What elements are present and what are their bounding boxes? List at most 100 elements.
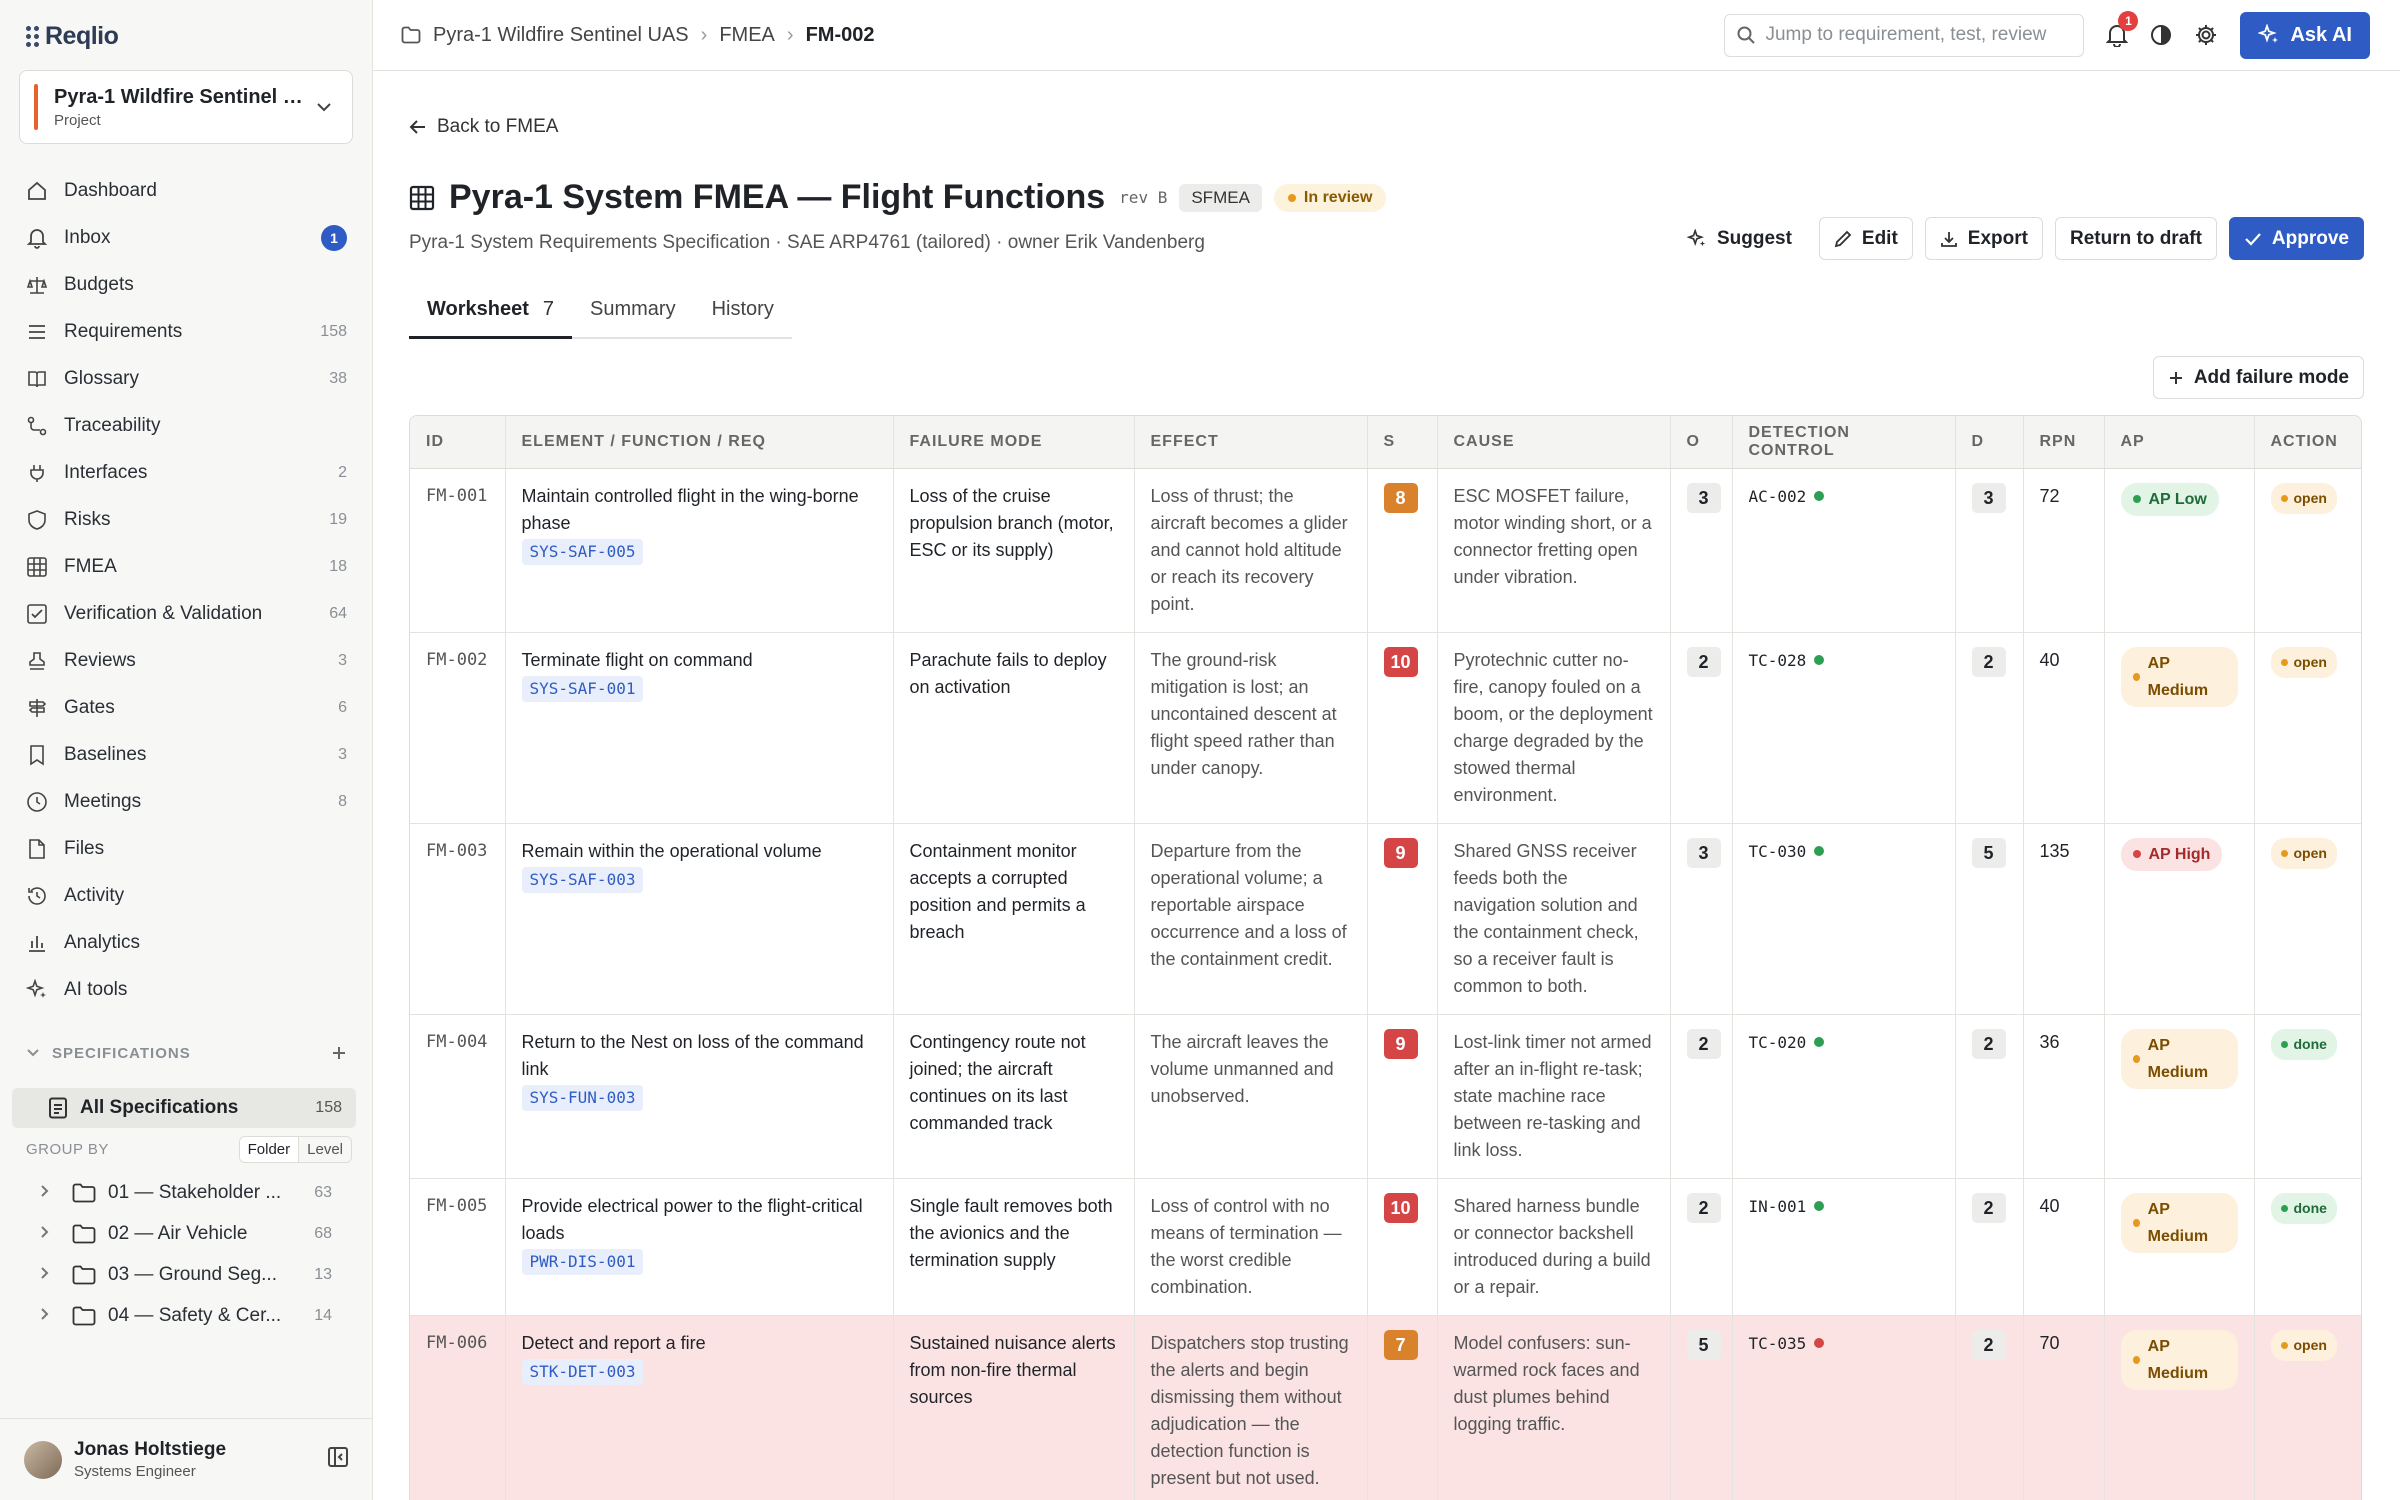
column-header[interactable]: ELEMENT / FUNCTION / REQ bbox=[505, 416, 894, 469]
suggest-button[interactable]: Suggest bbox=[1671, 217, 1807, 260]
sidebar-item-reviews[interactable]: Reviews 3 bbox=[12, 637, 361, 684]
occurrence-cell: 3 bbox=[1670, 823, 1733, 1015]
tab-summary[interactable]: Summary bbox=[572, 290, 694, 337]
folder-item[interactable]: 04 — Safety & Cer... 14 bbox=[40, 1295, 332, 1336]
table-row[interactable]: FM-001 Maintain controlled flight in the … bbox=[410, 468, 2361, 633]
back-link[interactable]: Back to FMEA bbox=[409, 116, 558, 138]
column-header[interactable]: AP bbox=[2104, 416, 2255, 469]
return-to-draft-button[interactable]: Return to draft bbox=[2054, 217, 2217, 260]
breadcrumb-project[interactable]: Pyra-1 Wildfire Sentinel UAS bbox=[433, 24, 689, 47]
folder-item[interactable]: 01 — Stakeholder ... 63 bbox=[40, 1172, 332, 1213]
detection-rating-cell: 5 bbox=[1955, 823, 2024, 1015]
requirement-link[interactable]: SYS-SAF-001 bbox=[521, 675, 644, 702]
sidebar-item-verification-validation[interactable]: Verification & Validation 64 bbox=[12, 590, 361, 637]
detection-rating-cell: 2 bbox=[1955, 1315, 2024, 1500]
requirement-link[interactable]: SYS-SAF-003 bbox=[521, 866, 644, 893]
sidebar-item-analytics[interactable]: Analytics bbox=[12, 919, 361, 966]
action-status-badge[interactable]: open bbox=[2270, 1329, 2337, 1361]
sidebar-item-label: Analytics bbox=[64, 931, 141, 953]
chevron-right-icon[interactable] bbox=[40, 1225, 62, 1242]
folder-icon bbox=[72, 1183, 96, 1203]
sidebar-item-risks[interactable]: Risks 19 bbox=[12, 496, 361, 543]
sidebar-item-interfaces[interactable]: Interfaces 2 bbox=[12, 449, 361, 496]
table-row[interactable]: FM-003 Remain within the operational volu… bbox=[410, 823, 2361, 1015]
approve-button[interactable]: Approve bbox=[2228, 217, 2364, 260]
requirement-link[interactable]: PWR-DIS-001 bbox=[521, 1248, 644, 1275]
column-header[interactable]: D bbox=[1955, 416, 2024, 469]
group-by-toggle[interactable]: Folder Level bbox=[238, 1136, 352, 1163]
chevron-right-icon[interactable] bbox=[40, 1184, 62, 1201]
action-status-badge[interactable]: done bbox=[2270, 1192, 2337, 1224]
sidebar-item-dashboard[interactable]: Dashboard bbox=[12, 167, 361, 214]
edit-button[interactable]: Edit bbox=[1818, 217, 1913, 260]
folder-item[interactable]: 02 — Air Vehicle 68 bbox=[40, 1213, 332, 1254]
action-status-badge[interactable]: done bbox=[2270, 1028, 2337, 1060]
column-header[interactable]: S bbox=[1367, 416, 1438, 469]
settings-button[interactable] bbox=[2194, 23, 2218, 47]
collapse-sidebar-icon[interactable] bbox=[327, 1446, 349, 1473]
notifications-button[interactable]: 1 bbox=[2106, 11, 2139, 47]
column-header[interactable]: ACTION bbox=[2254, 416, 2361, 469]
action-cell: open bbox=[2254, 468, 2361, 633]
table-row[interactable]: FM-002 Terminate flight on command SYS-SAF… bbox=[410, 632, 2361, 824]
column-header[interactable]: DETECTION CONTROL bbox=[1732, 416, 1956, 469]
breadcrumb-fmea[interactable]: FMEA bbox=[719, 24, 775, 47]
specifications-header[interactable]: SPECIFICATIONS bbox=[26, 1044, 348, 1062]
requirement-link[interactable]: STK-DET-003 bbox=[521, 1358, 644, 1385]
sidebar-item-activity[interactable]: Activity bbox=[12, 872, 361, 919]
user-profile[interactable]: Jonas Holtstiege Systems Engineer bbox=[0, 1418, 373, 1500]
sidebar-item-ai-tools[interactable]: AI tools bbox=[12, 966, 361, 1013]
table-row[interactable]: FM-006 Detect and report a fire STK-DET-00… bbox=[410, 1315, 2361, 1500]
group-by-level[interactable]: Level bbox=[299, 1137, 351, 1162]
column-header[interactable]: CAUSE bbox=[1437, 416, 1671, 469]
folder-icon bbox=[72, 1306, 96, 1326]
column-header[interactable]: EFFECT bbox=[1134, 416, 1368, 469]
all-specifications-item[interactable]: All Specifications 158 bbox=[12, 1088, 356, 1128]
specifications-label: SPECIFICATIONS bbox=[52, 1044, 191, 1062]
sidebar-item-traceability[interactable]: Traceability bbox=[12, 402, 361, 449]
requirement-link[interactable]: SYS-SAF-005 bbox=[521, 538, 644, 565]
column-header[interactable]: O bbox=[1670, 416, 1733, 469]
sidebar-item-gates[interactable]: Gates 6 bbox=[12, 684, 361, 731]
ap-cell: AP Medium bbox=[2104, 632, 2255, 824]
sidebar-item-glossary[interactable]: Glossary 38 bbox=[12, 355, 361, 402]
action-status-badge[interactable]: open bbox=[2270, 646, 2337, 678]
chevron-right-icon[interactable] bbox=[40, 1266, 62, 1283]
action-status-badge[interactable]: open bbox=[2270, 482, 2337, 514]
tab-history[interactable]: History bbox=[694, 290, 792, 337]
sidebar-item-meetings[interactable]: Meetings 8 bbox=[12, 778, 361, 825]
sidebar-item-budgets[interactable]: Budgets bbox=[12, 261, 361, 308]
table-row[interactable]: FM-005 Provide electrical power to the fl… bbox=[410, 1178, 2361, 1316]
ask-ai-button[interactable]: Ask AI bbox=[2240, 11, 2370, 59]
logo[interactable]: Reqlio bbox=[26, 22, 119, 51]
column-header[interactable]: FAILURE MODE bbox=[893, 416, 1135, 469]
export-button[interactable]: Export bbox=[1924, 217, 2043, 260]
tab-worksheet[interactable]: Worksheet 7 bbox=[409, 290, 573, 339]
folder-item[interactable]: 03 — Ground Seg... 13 bbox=[40, 1254, 332, 1295]
detection-control[interactable]: AC-002 bbox=[1749, 483, 1939, 510]
detection-control[interactable]: IN-001 bbox=[1749, 1193, 1939, 1220]
project-switcher[interactable]: Pyra-1 Wildfire Sentinel UAS Project bbox=[19, 70, 353, 144]
theme-toggle-button[interactable] bbox=[2150, 24, 2172, 46]
column-header[interactable]: RPN bbox=[2023, 416, 2105, 469]
sidebar-item-inbox[interactable]: Inbox 1 bbox=[12, 214, 361, 261]
sidebar-item-fmea[interactable]: FMEA 18 bbox=[12, 543, 361, 590]
column-header[interactable]: ID bbox=[410, 416, 506, 469]
detection-control[interactable]: TC-020 bbox=[1749, 1029, 1939, 1056]
table-row[interactable]: FM-004 Return to the Nest on loss of the … bbox=[410, 1014, 2361, 1179]
stamp-icon bbox=[26, 650, 48, 672]
group-by-folder[interactable]: Folder bbox=[239, 1137, 300, 1162]
detection-control[interactable]: TC-028 bbox=[1749, 647, 1939, 674]
requirement-link[interactable]: SYS-FUN-003 bbox=[521, 1084, 644, 1111]
sidebar-item-files[interactable]: Files bbox=[12, 825, 361, 872]
sidebar-item-requirements[interactable]: Requirements 158 bbox=[12, 308, 361, 355]
add-spec-icon[interactable] bbox=[330, 1044, 348, 1062]
add-failure-mode-button[interactable]: Add failure mode bbox=[2152, 356, 2364, 399]
detection-control[interactable]: TC-030 bbox=[1749, 838, 1939, 865]
action-status-badge[interactable]: open bbox=[2270, 837, 2337, 869]
chevron-down-icon bbox=[310, 102, 338, 112]
search-input[interactable]: Jump to requirement, test, review bbox=[1724, 13, 2085, 57]
chevron-right-icon[interactable] bbox=[40, 1307, 62, 1324]
sidebar-item-baselines[interactable]: Baselines 3 bbox=[12, 731, 361, 778]
detection-control[interactable]: TC-035 bbox=[1749, 1330, 1939, 1357]
